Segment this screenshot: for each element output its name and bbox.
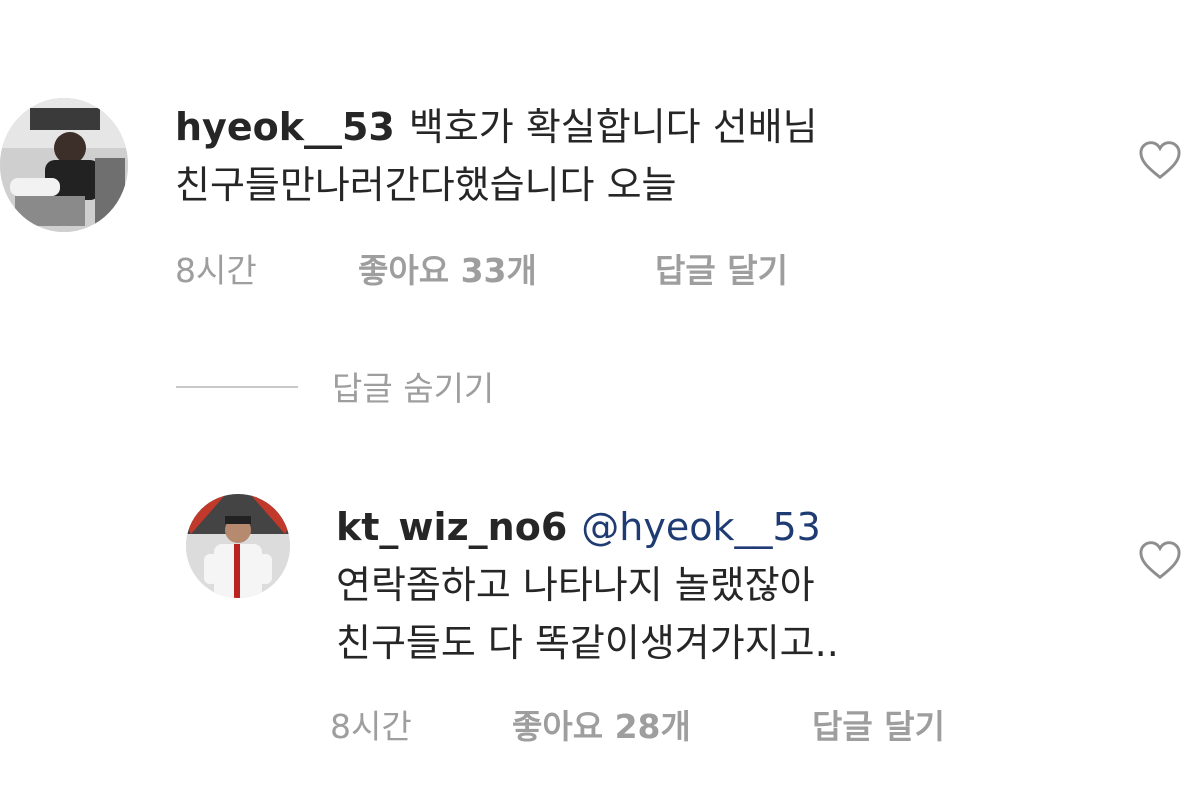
comment-time: 8시간 [330,707,412,746]
comment-text-line: 친구들도 다 똑같이생겨가지고.. [336,621,839,665]
likes-count[interactable]: 좋아요 33개 [358,244,537,292]
heart-outline-icon [1139,541,1181,580]
comment-username[interactable]: hyeok__53 [175,105,395,149]
comment-text-line: 백호가 확실합니다 선배님 [408,105,818,149]
like-button[interactable] [1138,140,1182,180]
avatar-hyeok[interactable] [0,98,128,232]
avatar-kt-wiz[interactable] [186,494,290,598]
comment-line-1: hyeok__53 백호가 확실합니다 선배님 [175,98,818,156]
comment-text-line: 연락좀하고 나타나지 놀랬잖아 [336,563,815,607]
heart-outline-icon [1139,141,1181,180]
comment-body: hyeok__53 백호가 확실합니다 선배님 친구들만나러간다했습니다 오늘 [175,98,818,214]
reply-button[interactable]: 답글 달기 [812,700,945,748]
avatar-photo [186,494,290,598]
comment-username[interactable]: kt_wiz_no6 [336,505,567,549]
comment-line-1: kt_wiz_no6 @hyeok__53 [336,498,839,556]
hide-replies-button[interactable]: 답글 숨기기 [332,362,494,410]
comment-time: 8시간 [175,251,257,290]
likes-count[interactable]: 좋아요 28개 [512,700,691,748]
avatar-photo [0,98,128,232]
replies-divider [176,386,298,388]
like-button[interactable] [1138,540,1182,580]
comment-body: kt_wiz_no6 @hyeok__53 연락좀하고 나타나지 놀랬잖아 친구들… [336,498,839,672]
reply-button[interactable]: 답글 달기 [655,244,788,292]
comment-text-line: 친구들만나러간다했습니다 오늘 [175,163,677,207]
mention-link[interactable]: @hyeok__53 [581,505,821,549]
